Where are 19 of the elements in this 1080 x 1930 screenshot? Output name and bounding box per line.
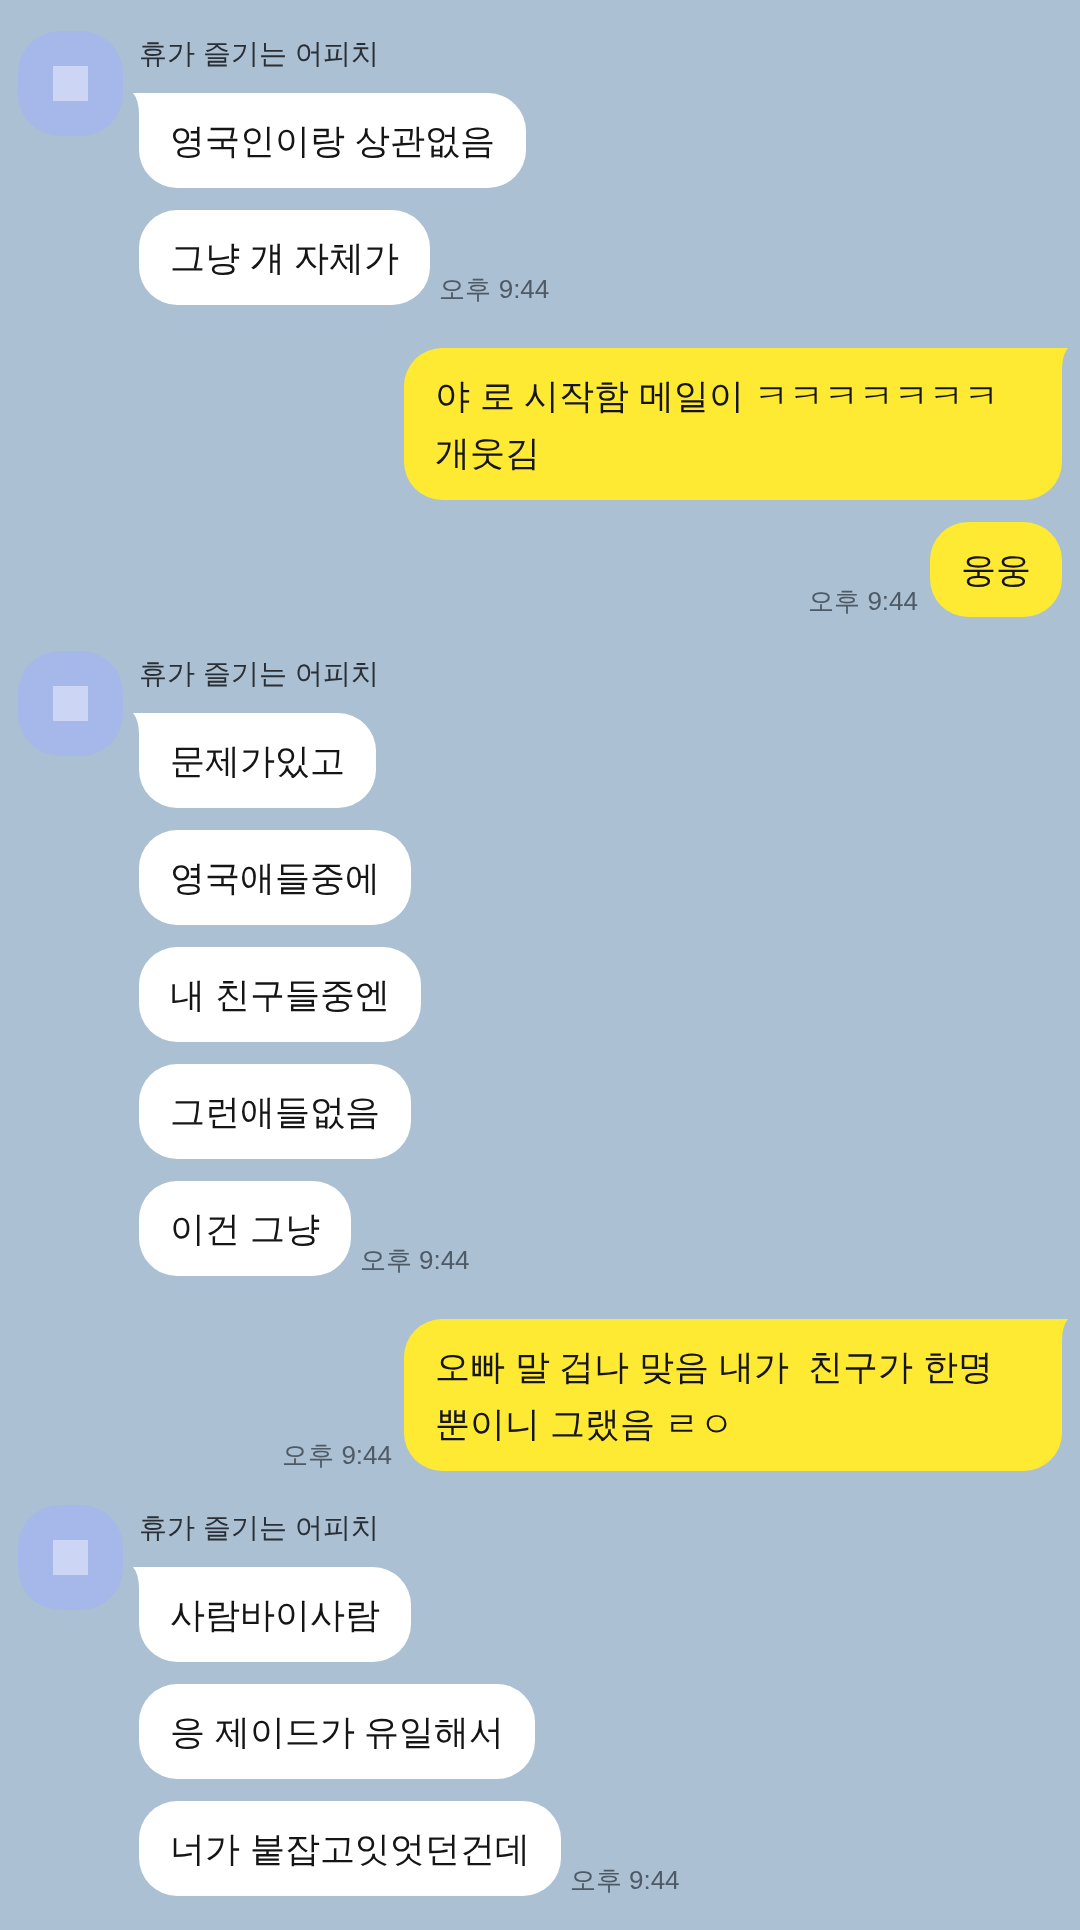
timestamp: 오후 9:44 — [569, 1865, 680, 1895]
message-bubble: 웅웅 — [930, 522, 1062, 617]
sender-name: 휴가 즐기는 어피치 — [139, 657, 379, 691]
message-bubble: 그냥 걔 자체가 — [139, 210, 431, 305]
timestamp: 오후 9:44 — [359, 1245, 470, 1275]
message-bubble: 내 친구들중엔 — [139, 947, 421, 1042]
timestamp: 오후 9:44 — [282, 1440, 392, 1470]
message-bubble: 너가 붙잡고잇엇던건데 — [139, 1801, 561, 1896]
message-bubble: 영국애들중에 — [139, 830, 411, 925]
avatar-icon[interactable] — [18, 651, 123, 756]
timestamp: 오후 9:44 — [808, 586, 918, 616]
sender-name: 휴가 즐기는 어피치 — [139, 1511, 379, 1545]
timestamp: 오후 9:44 — [439, 274, 550, 304]
avatar-icon[interactable] — [18, 1505, 123, 1610]
message-bubble: 그런애들없음 — [139, 1064, 411, 1159]
avatar-icon[interactable] — [18, 31, 123, 136]
sender-name: 휴가 즐기는 어피치 — [139, 37, 379, 71]
message-bubble: 응 제이드가 유일해서 — [139, 1684, 536, 1779]
message-bubble: 이건 그냥 — [139, 1181, 351, 1276]
